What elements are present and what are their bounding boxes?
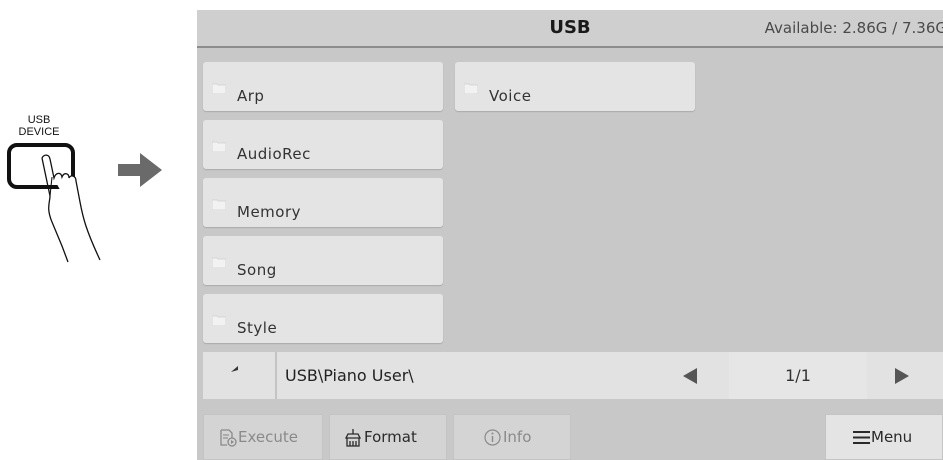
title-bar: USB Available: 2.86G / 7.36G (197, 10, 943, 48)
folder-name: AudioRec (237, 145, 311, 163)
folder-icon (212, 257, 226, 268)
format-label: Format (364, 428, 417, 446)
usb-device-label-line2: DEVICE (18, 126, 60, 138)
folder-item-style[interactable]: Style (203, 294, 443, 343)
path-bar: USB\Piano User\ (203, 352, 675, 399)
execute-button[interactable]: Execute (203, 414, 323, 460)
folder-item-arp[interactable]: Arp (203, 62, 443, 111)
folder-name: Memory (237, 203, 302, 221)
arrow-right-icon (118, 153, 162, 187)
back-button[interactable] (203, 352, 277, 399)
folder-name: Style (237, 319, 278, 337)
back-arrow-icon (231, 366, 238, 372)
usb-device-label-line1: USB (27, 114, 51, 126)
folder-icon (212, 315, 226, 326)
usb-screen: USB Available: 2.86G / 7.36G Arp Voice A… (197, 10, 943, 460)
menu-icon (853, 431, 870, 444)
folder-item-audiorec[interactable]: AudioRec (203, 120, 443, 169)
folder-item-song[interactable]: Song (203, 236, 443, 285)
folder-item-memory[interactable]: Memory (203, 178, 443, 227)
menu-label: Menu (871, 428, 913, 446)
pagination: 1/1 (653, 352, 943, 399)
folder-name: Arp (237, 87, 265, 105)
folder-name: Voice (489, 87, 532, 105)
format-icon (344, 429, 362, 447)
folder-name: Song (237, 261, 277, 279)
next-page-button[interactable] (867, 352, 943, 399)
page-indicator: 1/1 (729, 352, 867, 399)
storage-available: Available: 2.86G / 7.36G (764, 19, 943, 37)
triangle-right-icon (895, 368, 909, 384)
folder-icon (212, 83, 226, 94)
execute-document-icon (220, 429, 237, 447)
info-button[interactable]: Info (453, 414, 571, 460)
finger-press-usb-key-illustration (7, 143, 101, 263)
prev-page-button[interactable] (653, 352, 729, 399)
folder-item-voice[interactable]: Voice (455, 62, 695, 111)
info-label: Info (503, 428, 532, 446)
menu-button[interactable]: Menu (825, 414, 943, 460)
triangle-left-icon (683, 368, 697, 384)
execute-label: Execute (238, 428, 298, 446)
format-button[interactable]: Format (329, 414, 447, 460)
folder-icon (464, 83, 478, 94)
info-icon (484, 429, 501, 446)
folder-icon (212, 141, 226, 152)
folder-icon (212, 199, 226, 210)
current-path: USB\Piano User\ (285, 366, 414, 385)
